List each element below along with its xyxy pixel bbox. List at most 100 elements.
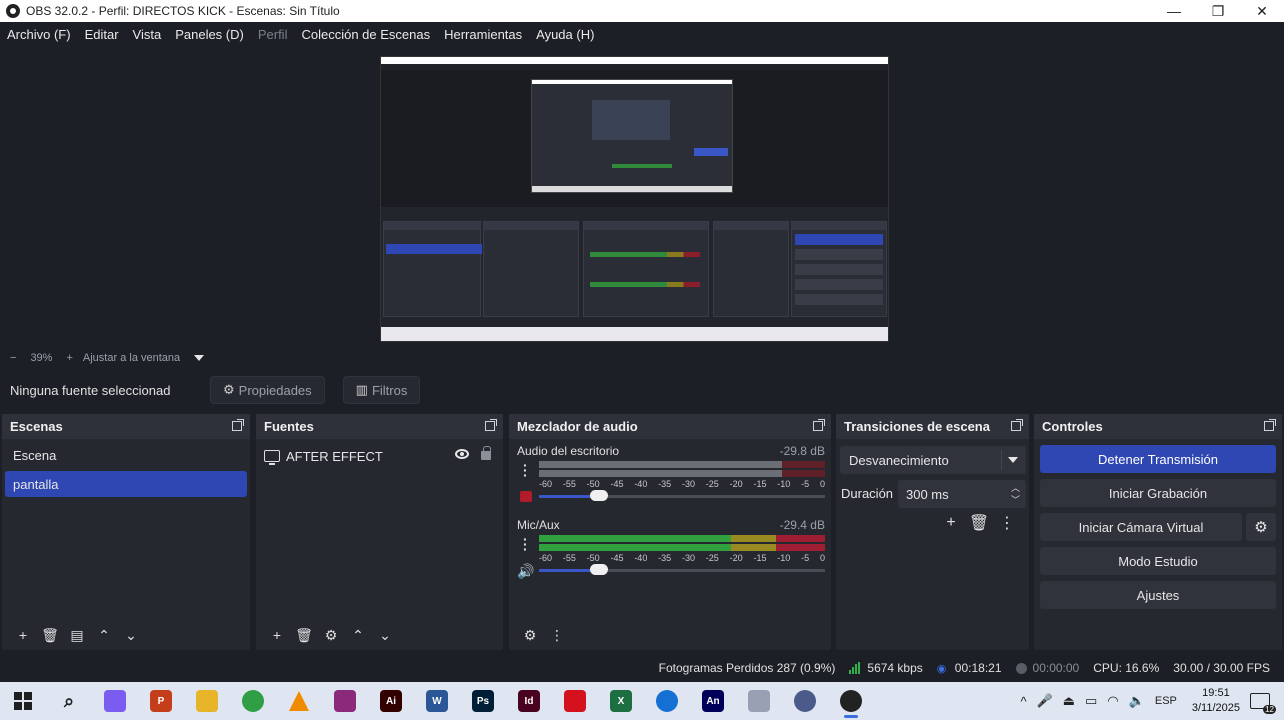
usb-icon[interactable]: ⏏ <box>1063 693 1075 709</box>
taskbar-illustrator-icon[interactable]: Ai <box>368 682 414 720</box>
menu-editar[interactable]: Editar <box>85 27 119 42</box>
meter-ticks: -60 -55 -50 -45 -40 -35 -30 -25 -20 -15 -10 -5 0 <box>539 553 825 563</box>
close-button[interactable]: ✕ <box>1240 0 1284 22</box>
undock-icon[interactable] <box>1011 419 1023 431</box>
virtual-camera-settings-icon[interactable]: ⚙ <box>1246 513 1276 541</box>
program-preview[interactable] <box>380 56 889 342</box>
taskbar-file-explorer-icon[interactable] <box>184 682 230 720</box>
properties-button[interactable]: ⚙ Propiedades <box>210 376 325 404</box>
zoom-in-button[interactable]: + <box>66 352 72 364</box>
move-up-icon[interactable]: ⌃ <box>345 624 371 646</box>
taskbar-vlc-icon[interactable] <box>276 682 322 720</box>
taskbar-excel-icon[interactable]: X <box>598 682 644 720</box>
settings-button[interactable]: Ajustes <box>1040 581 1276 609</box>
menu-vista[interactable]: Vista <box>133 27 162 42</box>
speaker-icon[interactable]: 🔊 <box>517 563 537 579</box>
undock-icon[interactable] <box>232 419 244 431</box>
scene-item-pantalla[interactable]: pantalla <box>5 471 247 497</box>
menu-ayuda[interactable]: Ayuda (H) <box>536 27 594 42</box>
menu-herramientas[interactable]: Herramientas <box>444 27 522 42</box>
undock-icon[interactable] <box>813 419 825 431</box>
trash-icon[interactable]: 🗑 <box>291 624 317 646</box>
undock-icon[interactable] <box>485 419 497 431</box>
taskbar-winrar-icon[interactable] <box>322 682 368 720</box>
restore-button[interactable]: ❐ <box>1196 0 1240 22</box>
menu-coleccion-escenas[interactable]: Colección de Escenas <box>301 27 430 42</box>
scene-label: Escena <box>13 447 57 463</box>
kebab-menu-icon[interactable]: · · · <box>523 532 528 556</box>
status-bar: Fotogramas Perdidos 287 (0.9%) 5674 kbps… <box>0 656 1284 680</box>
notification-icon[interactable]: 12 <box>1250 693 1276 714</box>
kebab-menu-icon[interactable]: · · · <box>523 458 528 482</box>
controls-title: Controles <box>1042 419 1103 434</box>
scene-label: pantalla <box>13 476 59 492</box>
duration-value: 300 ms <box>906 486 949 502</box>
taskbar-word-icon[interactable]: W <box>414 682 460 720</box>
taskbar-indesign-icon[interactable]: Id <box>506 682 552 720</box>
volume-icon[interactable]: 🔈 <box>1129 693 1145 709</box>
studio-mode-button[interactable]: Modo Estudio <box>1040 547 1276 575</box>
taskbar-windows-start-icon[interactable] <box>0 682 46 720</box>
duration-label: Duración <box>841 486 894 501</box>
taskbar-obs-icon[interactable] <box>828 682 874 720</box>
kebab-menu-icon[interactable]: ⋮ <box>544 624 570 646</box>
meter-ticks: -60 -55 -50 -45 -40 -35 -30 -25 -20 -15 -10 -5 0 <box>539 479 825 489</box>
audio-meter: -60 -55 -50 -45 -40 -35 -30 -25 -20 -15 -10 -5 0 <box>539 461 825 489</box>
gear-icon[interactable]: ⚙ <box>318 624 344 646</box>
menu-archivo[interactable]: Archivo (F) <box>7 27 71 42</box>
taskbar-powerpoint-icon[interactable]: P <box>138 682 184 720</box>
add-source-icon[interactable]: + <box>264 624 290 646</box>
duration-field[interactable]: 300 ms ︿ ﹀ <box>898 480 1026 508</box>
zoom-fit-label[interactable]: Ajustar a la ventana <box>83 352 180 364</box>
microphone-icon[interactable]: 🎤 <box>1037 693 1053 709</box>
zoom-dropdown-icon[interactable] <box>194 355 205 361</box>
trash-icon[interactable]: 🗑 <box>37 624 63 646</box>
menu-perfil[interactable]: Perfil <box>258 27 288 42</box>
scenes-dock: Escenas Escena pantalla + 🗑 ▤ ⌃ ⌄ <box>2 414 250 650</box>
start-virtual-camera-button[interactable]: Iniciar Cámara Virtual <box>1040 513 1242 541</box>
taskbar-app-1-icon[interactable] <box>736 682 782 720</box>
menu-paneles[interactable]: Paneles (D) <box>175 27 244 42</box>
move-down-icon[interactable]: ⌄ <box>372 624 398 646</box>
transition-select[interactable]: Desvanecimiento <box>840 446 1026 474</box>
chevron-down-icon[interactable]: ﹀ <box>1011 493 1020 506</box>
taskbar-copilot-icon[interactable] <box>92 682 138 720</box>
taskbar-edge-icon[interactable] <box>644 682 690 720</box>
taskbar-animate-icon[interactable]: An <box>690 682 736 720</box>
language-indicator[interactable]: ESP <box>1155 695 1177 707</box>
wifi-icon[interactable]: ◠ <box>1107 693 1118 709</box>
add-scene-icon[interactable]: + <box>10 624 36 646</box>
transitions-title: Transiciones de escena <box>844 419 990 434</box>
battery-icon[interactable]: ▭ <box>1085 693 1097 709</box>
scene-filters-icon[interactable]: ▤ <box>64 624 90 646</box>
move-up-icon[interactable]: ⌃ <box>91 624 117 646</box>
trash-icon[interactable]: 🗑 <box>965 512 993 534</box>
clock[interactable]: 19:51 3/11/2025 <box>1192 686 1240 716</box>
stream-timer: ◉ 00:18:21 <box>937 661 1002 675</box>
mixer-channel-mic: Mic/Aux -29.4 dB · · · -60 -55 -50 -45 -40 -35 -3… <box>509 513 831 587</box>
muted-speaker-icon[interactable] <box>520 491 532 502</box>
minimize-button[interactable]: — <box>1152 0 1196 22</box>
advanced-audio-icon[interactable]: ⚙ <box>517 624 543 646</box>
source-item-after-effect[interactable]: AFTER EFFECT <box>256 442 503 470</box>
chevron-up-icon[interactable]: ^ <box>1020 694 1026 709</box>
volume-slider-handle[interactable] <box>590 490 608 501</box>
filters-button[interactable]: ▥ Filtros <box>342 376 421 404</box>
move-down-icon[interactable]: ⌄ <box>118 624 144 646</box>
add-transition-icon[interactable]: + <box>937 512 965 534</box>
taskbar-app-2-icon[interactable] <box>782 682 828 720</box>
taskbar-acrobat-icon[interactable] <box>552 682 598 720</box>
kebab-menu-icon[interactable]: ⋮ <box>993 512 1021 534</box>
taskbar-search-icon[interactable]: ⌕ <box>46 682 92 720</box>
start-recording-button[interactable]: Iniciar Grabación <box>1040 479 1276 507</box>
stop-stream-button[interactable]: Detener Transmisión <box>1040 445 1276 473</box>
scene-item-escena[interactable]: Escena <box>5 442 247 468</box>
lock-icon[interactable] <box>481 446 491 460</box>
eye-icon[interactable] <box>455 449 469 459</box>
volume-slider-handle[interactable] <box>590 564 608 575</box>
taskbar-photoshop-icon[interactable]: Ps <box>460 682 506 720</box>
zoom-out-button[interactable]: − <box>10 352 16 364</box>
clock-time: 19:51 <box>1202 687 1230 699</box>
undock-icon[interactable] <box>1264 419 1276 431</box>
taskbar-chrome-icon[interactable] <box>230 682 276 720</box>
